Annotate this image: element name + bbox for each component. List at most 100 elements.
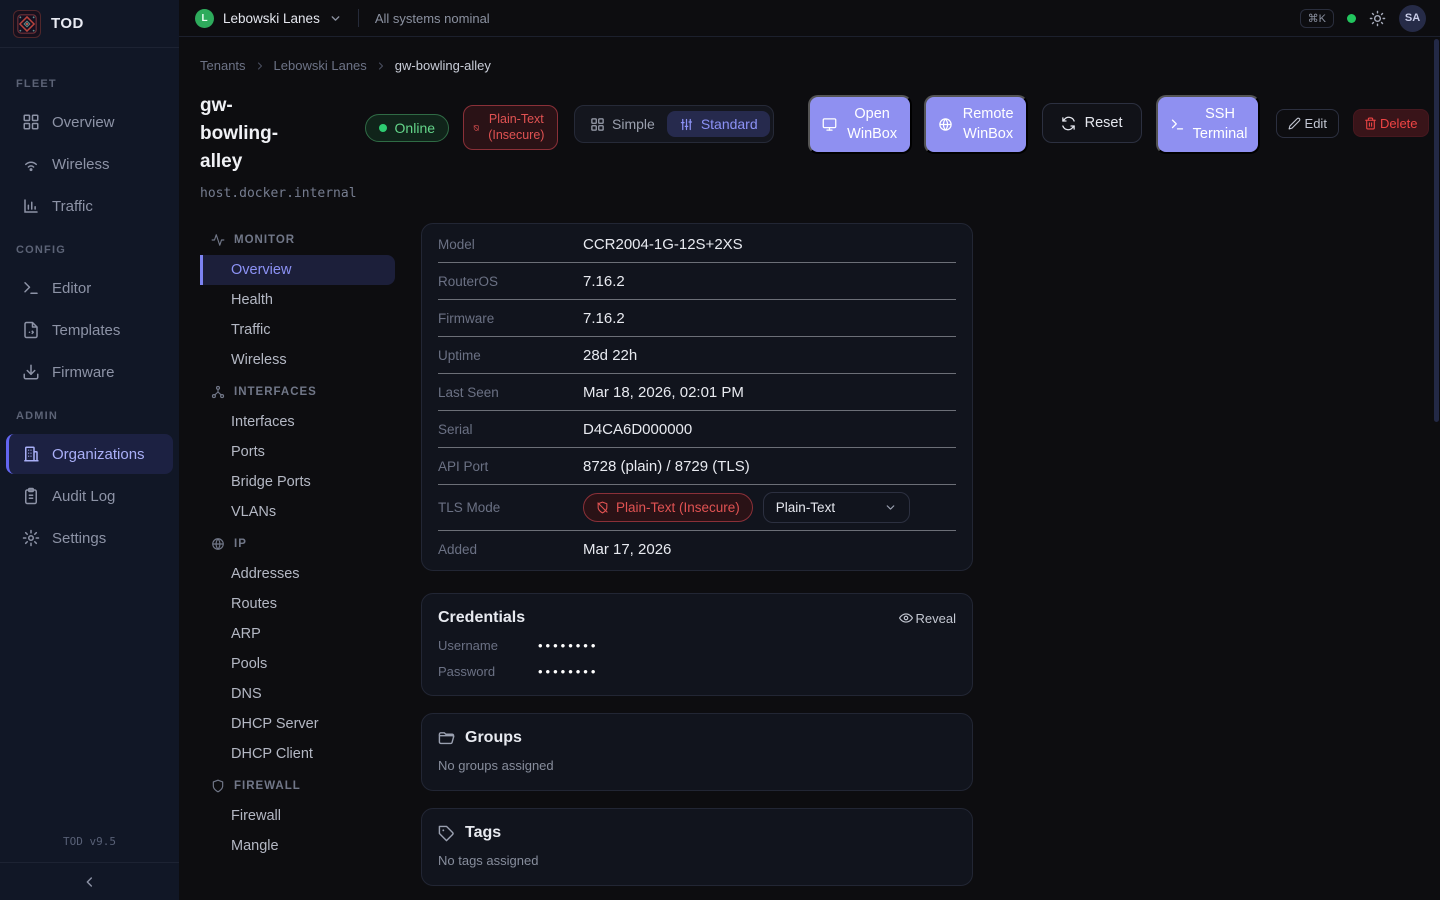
sidebar-item-label: Audit Log	[52, 488, 115, 505]
sidebar-item-audit-log[interactable]: Audit Log	[6, 476, 173, 516]
tls-mode-select[interactable]: Plain-Text	[763, 492, 910, 523]
sliders-icon	[679, 117, 694, 132]
subnav-item-firewall[interactable]: Firewall	[200, 801, 395, 831]
sidebar-item-overview[interactable]: Overview	[6, 102, 173, 142]
subnav-item-traffic[interactable]: Traffic	[200, 315, 395, 345]
delete-label: Delete	[1380, 116, 1418, 131]
info-value: 28d 22h	[583, 347, 637, 364]
subnav-item-ports[interactable]: Ports	[200, 437, 395, 467]
info-value: 8728 (plain) / 8729 (TLS)	[583, 458, 750, 475]
subnav-group-label: MONITOR	[234, 234, 295, 246]
terminal-icon	[22, 279, 40, 297]
remote-winbox-button[interactable]: Remote WinBox	[924, 95, 1028, 154]
breadcrumb-tenants[interactable]: Tenants	[200, 58, 246, 73]
subnav-item-wireless[interactable]: Wireless	[200, 345, 395, 375]
sidebar-item-label: Editor	[52, 280, 91, 297]
groups-empty-text: No groups assigned	[438, 758, 956, 773]
device-detail-columns: MONITOR Overview Health Traffic Wireless…	[200, 223, 1440, 900]
sidebar-item-settings[interactable]: Settings	[6, 518, 173, 558]
sidebar-item-templates[interactable]: Templates	[6, 310, 173, 350]
edit-button[interactable]: Edit	[1276, 109, 1339, 138]
sidebar-footer: TOD v9.5	[0, 835, 179, 900]
sidebar-item-label: Traffic	[52, 198, 93, 215]
ssh-terminal-button[interactable]: SSH Terminal	[1156, 95, 1260, 154]
reset-button[interactable]: Reset	[1042, 103, 1142, 143]
subnav-item-health[interactable]: Health	[200, 285, 395, 315]
subnav-item-overview[interactable]: Overview	[200, 255, 395, 285]
tenant-switcher[interactable]: L Lebowski Lanes	[195, 9, 342, 28]
subnav-item-pools[interactable]: Pools	[200, 649, 395, 679]
sidebar-item-organizations[interactable]: Organizations	[6, 434, 173, 474]
file-icon	[22, 321, 40, 339]
eye-icon	[899, 611, 913, 625]
reveal-credentials-button[interactable]: Reveal	[899, 611, 956, 626]
device-actions: Open WinBox Remote WinBox Reset	[792, 92, 1429, 154]
folder-icon	[438, 730, 455, 747]
subnav-item-interfaces[interactable]: Interfaces	[200, 407, 395, 437]
subnav-item-vlans[interactable]: VLANs	[200, 497, 395, 527]
sidebar-item-label: Settings	[52, 530, 106, 547]
monitor-icon	[822, 117, 837, 132]
sidebar-collapse-button[interactable]	[0, 862, 179, 900]
globe-icon	[211, 537, 225, 551]
sidebar-item-wireless[interactable]: Wireless	[6, 144, 173, 184]
chevron-right-icon	[375, 60, 387, 72]
subnav-item-dns[interactable]: DNS	[200, 679, 395, 709]
info-row-firmware: Firmware 7.16.2	[438, 300, 956, 337]
view-mode-simple[interactable]: Simple	[578, 111, 667, 137]
tenant-name: Lebowski Lanes	[223, 11, 320, 26]
system-status-text: All systems nominal	[375, 11, 490, 26]
bar-chart-icon	[22, 197, 40, 215]
subnav-item-addresses[interactable]: Addresses	[200, 559, 395, 589]
info-value: Mar 17, 2026	[583, 541, 671, 558]
subnav-item-mangle[interactable]: Mangle	[200, 831, 395, 861]
app-version: TOD v9.5	[0, 835, 179, 862]
info-label: Serial	[438, 422, 583, 437]
tags-empty-text: No tags assigned	[438, 853, 956, 868]
subnav-group-label: IP	[234, 538, 247, 550]
chevron-down-icon	[329, 12, 342, 25]
download-icon	[22, 363, 40, 381]
command-palette-shortcut[interactable]: ⌘K	[1300, 9, 1334, 28]
info-row-added: Added Mar 17, 2026	[438, 531, 956, 568]
main-area: L Lebowski Lanes All systems nominal ⌘K …	[179, 0, 1440, 900]
breadcrumb-tenant[interactable]: Lebowski Lanes	[274, 58, 367, 73]
subnav-item-bridge-ports[interactable]: Bridge Ports	[200, 467, 395, 497]
open-winbox-button[interactable]: Open WinBox	[808, 95, 912, 154]
tags-title: Tags	[465, 824, 501, 842]
info-row-serial: Serial D4CA6D000000	[438, 411, 956, 448]
theme-toggle-sun-icon[interactable]	[1369, 10, 1386, 27]
groups-title: Groups	[465, 729, 522, 747]
sidebar-item-traffic[interactable]: Traffic	[6, 186, 173, 226]
credential-masked-value: ••••••••	[538, 638, 598, 653]
app-root: TOD FLEET Overview Wireless Traffic CONF…	[0, 0, 1440, 900]
grid-icon	[22, 113, 40, 131]
info-label: TLS Mode	[438, 500, 583, 515]
info-value: 7.16.2	[583, 273, 625, 290]
network-icon	[211, 385, 225, 399]
brand-logo-icon	[13, 10, 41, 38]
user-avatar[interactable]: SA	[1399, 5, 1426, 32]
vertical-scrollbar[interactable]	[1434, 39, 1439, 422]
wifi-icon	[22, 155, 40, 173]
security-badge-label: Plain-Text (Insecure)	[485, 112, 548, 143]
subnav-item-routes[interactable]: Routes	[200, 589, 395, 619]
chevron-left-icon	[82, 874, 98, 890]
info-row-api-port: API Port 8728 (plain) / 8729 (TLS)	[438, 448, 956, 485]
section-label-admin: ADMIN	[0, 394, 179, 432]
subnav-item-dhcp-client[interactable]: DHCP Client	[200, 739, 395, 769]
subnav-item-dhcp-server[interactable]: DHCP Server	[200, 709, 395, 739]
info-label: Model	[438, 237, 583, 252]
info-label: Firmware	[438, 311, 583, 326]
subnav-item-arp[interactable]: ARP	[200, 619, 395, 649]
sidebar-item-firmware[interactable]: Firmware	[6, 352, 173, 392]
online-dot-icon	[379, 124, 387, 132]
delete-button[interactable]: Delete	[1353, 109, 1429, 137]
info-row-uptime: Uptime 28d 22h	[438, 337, 956, 374]
tag-icon	[438, 825, 455, 842]
refresh-icon	[1061, 116, 1076, 131]
sidebar-item-editor[interactable]: Editor	[6, 268, 173, 308]
reset-label: Reset	[1085, 115, 1123, 131]
view-mode-standard[interactable]: Standard	[667, 111, 770, 137]
info-value: D4CA6D000000	[583, 421, 692, 438]
